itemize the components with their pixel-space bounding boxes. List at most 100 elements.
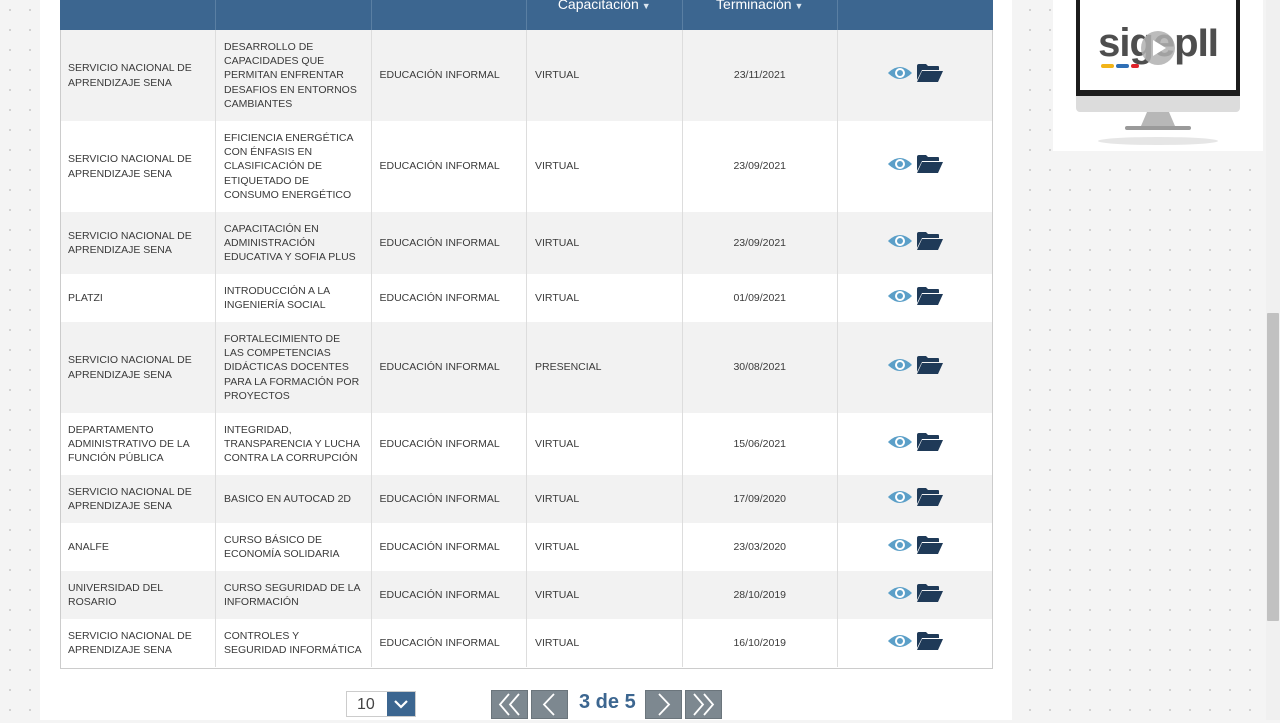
per-page-dropdown-button[interactable] (387, 692, 415, 716)
sigep-video-thumbnail[interactable]: sigepII (1053, 0, 1263, 151)
table-row: UNIVERSIDAD DEL ROSARIO CURSO SEGURIDAD D… (60, 571, 993, 619)
eye-icon[interactable] (887, 632, 913, 654)
chevron-down-icon (394, 700, 408, 709)
tipo-educacion-cell: EDUCACIÓN INFORMAL (370, 413, 527, 475)
folder-open-icon[interactable] (916, 63, 944, 87)
caret-down-icon: ▼ (641, 1, 651, 11)
folder-open-icon[interactable] (916, 286, 944, 310)
table-header-row: Capacitación ▼ Terminación ▼ (60, 0, 993, 30)
double-chevron-right-icon (693, 693, 715, 716)
modalidad-cell: VIRTUAL (526, 571, 682, 619)
folder-open-icon[interactable] (916, 487, 944, 511)
nombre-cell: INTRODUCCIÓN A LA INGENIERÍA SOCIAL (215, 274, 371, 322)
entidad-cell: SERVICIO NACIONAL DE APRENDIZAJE SENA (60, 30, 216, 121)
entidad-cell: SERVICIO NACIONAL DE APRENDIZAJE SENA (60, 322, 216, 413)
fecha-terminacion-cell: 17/09/2020 (681, 475, 838, 523)
modalidad-cell: PRESENCIAL (526, 322, 682, 413)
capacitaciones-table: Capacitación ▼ Terminación ▼ SERVICIO NACI… (60, 0, 993, 667)
tipo-educacion-cell: EDUCACIÓN INFORMAL (370, 571, 527, 619)
table-row: SERVICIO NACIONAL DE APRENDIZAJE SENA FOR… (60, 322, 993, 413)
table-row: SERVICIO NACIONAL DE APRENDIZAJE SENA CAP… (60, 212, 993, 274)
actions-cell (837, 121, 993, 212)
page-status: 3 de 5 (579, 691, 636, 713)
table-row: SERVICIO NACIONAL DE APRENDIZAJE SENA BAS… (60, 475, 993, 523)
actions-cell (837, 571, 993, 619)
fecha-terminacion-cell: 30/08/2021 (681, 322, 838, 413)
fecha-terminacion-cell: 23/03/2020 (681, 523, 838, 571)
eye-icon[interactable] (887, 155, 913, 177)
fecha-terminacion-cell: 16/10/2019 (681, 619, 838, 667)
actions-cell (837, 413, 993, 475)
pagination-bar: 10 3 de 5 (0, 690, 1280, 720)
entidad-cell: SERVICIO NACIONAL DE APRENDIZAJE SENA (60, 619, 216, 667)
modalidad-cell: VIRTUAL (526, 30, 682, 121)
fecha-terminacion-cell: 01/09/2021 (681, 274, 838, 322)
folder-open-icon[interactable] (916, 154, 944, 178)
table-row: PLATZI INTRODUCCIÓN A LA INGENIERÍA SOCIA… (60, 274, 993, 322)
fecha-terminacion-cell: 28/10/2019 (681, 571, 838, 619)
next-page-button[interactable] (645, 690, 682, 719)
column-header-terminacion[interactable]: Terminación ▼ (681, 0, 838, 30)
column-header-capacitacion-label: Capacitación (557, 0, 639, 12)
modalidad-cell: VIRTUAL (526, 475, 682, 523)
eye-icon[interactable] (887, 232, 913, 254)
entidad-cell: PLATZI (60, 274, 216, 322)
eye-icon[interactable] (887, 356, 913, 378)
eye-icon[interactable] (887, 433, 913, 455)
entidad-cell: SERVICIO NACIONAL DE APRENDIZAJE SENA (60, 475, 216, 523)
actions-cell (837, 212, 993, 274)
entidad-cell: DEPARTAMENTO ADMINISTRATIVO DE LA FUNCIÓ… (60, 413, 216, 475)
capacitaciones-table-container: Capacitación ▼ Terminación ▼ SERVICIO NACI… (60, 0, 993, 667)
table-row: SERVICIO NACIONAL DE APRENDIZAJE SENA EFI… (60, 121, 993, 212)
nombre-cell: FORTALECIMIENTO DE LAS COMPETENCIAS DIDÁ… (215, 322, 371, 413)
actions-cell (837, 475, 993, 523)
folder-open-icon[interactable] (916, 583, 944, 607)
fecha-terminacion-cell: 15/06/2021 (681, 413, 838, 475)
folder-open-icon[interactable] (916, 231, 944, 255)
last-page-button[interactable] (685, 690, 722, 719)
per-page-value: 10 (357, 696, 375, 713)
eye-icon[interactable] (887, 488, 913, 510)
nombre-cell: EFICIENCIA ENERGÉTICA CON ÉNFASIS EN CLA… (215, 121, 371, 212)
modalidad-cell: VIRTUAL (526, 523, 682, 571)
nombre-cell: CURSO BÁSICO DE ECONOMÍA SOLIDARIA (215, 523, 371, 571)
entidad-cell: SERVICIO NACIONAL DE APRENDIZAJE SENA (60, 121, 216, 212)
chevron-right-icon (658, 693, 671, 716)
page-scrollbar-thumb[interactable] (1267, 313, 1279, 621)
folder-open-icon[interactable] (916, 535, 944, 559)
tipo-educacion-cell: EDUCACIÓN INFORMAL (370, 475, 527, 523)
column-header-entidad (60, 0, 216, 30)
modalidad-cell: VIRTUAL (526, 413, 682, 475)
previous-page-button[interactable] (531, 690, 568, 719)
tipo-educacion-cell: EDUCACIÓN INFORMAL (370, 30, 527, 121)
eye-icon[interactable] (887, 584, 913, 606)
nombre-cell: CURSO SEGURIDAD DE LA INFORMACIÓN (215, 571, 371, 619)
modalidad-cell: VIRTUAL (526, 619, 682, 667)
sigep-video-card[interactable]: sigepII (1053, 0, 1263, 151)
modalidad-cell: VIRTUAL (526, 212, 682, 274)
nombre-cell: CONTROLES Y SEGURIDAD INFORMÁTICA (215, 619, 371, 667)
folder-open-icon[interactable] (916, 631, 944, 655)
column-header-terminacion-label: Terminación (716, 0, 792, 12)
actions-cell (837, 274, 993, 322)
entidad-cell: SERVICIO NACIONAL DE APRENDIZAJE SENA (60, 212, 216, 274)
entidad-cell: ANALFE (60, 523, 216, 571)
eye-icon[interactable] (887, 64, 913, 86)
nombre-cell: INTEGRIDAD, TRANSPARENCIA Y LUCHA CONTRA… (215, 413, 371, 475)
chevron-left-icon (542, 693, 555, 716)
first-page-button[interactable] (491, 690, 528, 719)
modalidad-cell: VIRTUAL (526, 121, 682, 212)
actions-cell (837, 30, 993, 121)
folder-open-icon[interactable] (916, 432, 944, 456)
table-body: SERVICIO NACIONAL DE APRENDIZAJE SENA DES… (60, 30, 993, 667)
column-header-capacitacion[interactable]: Capacitación ▼ (526, 0, 682, 30)
table-row: SERVICIO NACIONAL DE APRENDIZAJE SENA DES… (60, 30, 993, 121)
tipo-educacion-cell: EDUCACIÓN INFORMAL (370, 322, 527, 413)
column-header-acciones (837, 0, 993, 30)
eye-icon[interactable] (887, 287, 913, 309)
tipo-educacion-cell: EDUCACIÓN INFORMAL (370, 523, 527, 571)
folder-open-icon[interactable] (916, 355, 944, 379)
eye-icon[interactable] (887, 536, 913, 558)
per-page-select[interactable]: 10 (346, 691, 416, 717)
tipo-educacion-cell: EDUCACIÓN INFORMAL (370, 619, 527, 667)
